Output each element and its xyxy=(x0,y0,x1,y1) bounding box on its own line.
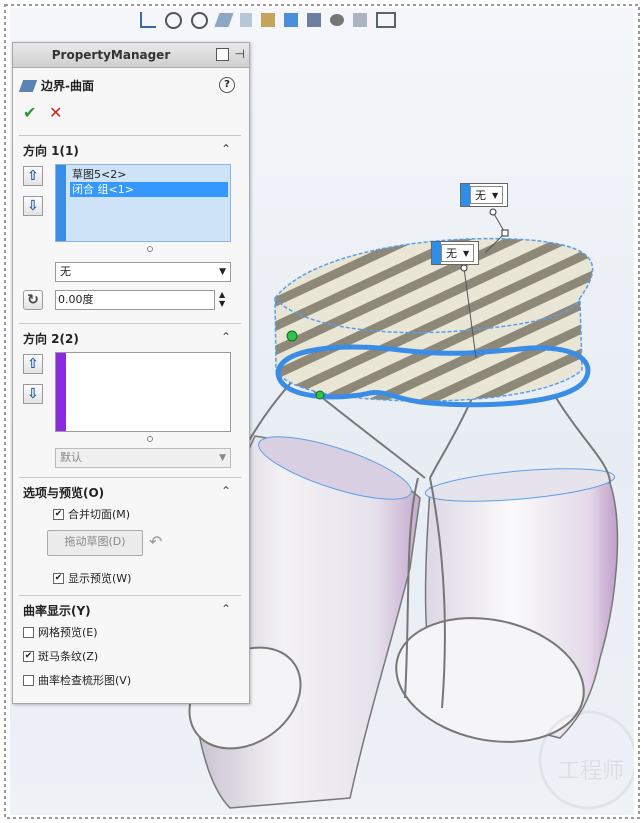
screenshot-frame: 工程师 无 ▼ 无 ▼ PropertyManager ⊣ 边界-曲面 ? ✔ … xyxy=(0,0,644,823)
image-border xyxy=(4,4,640,819)
